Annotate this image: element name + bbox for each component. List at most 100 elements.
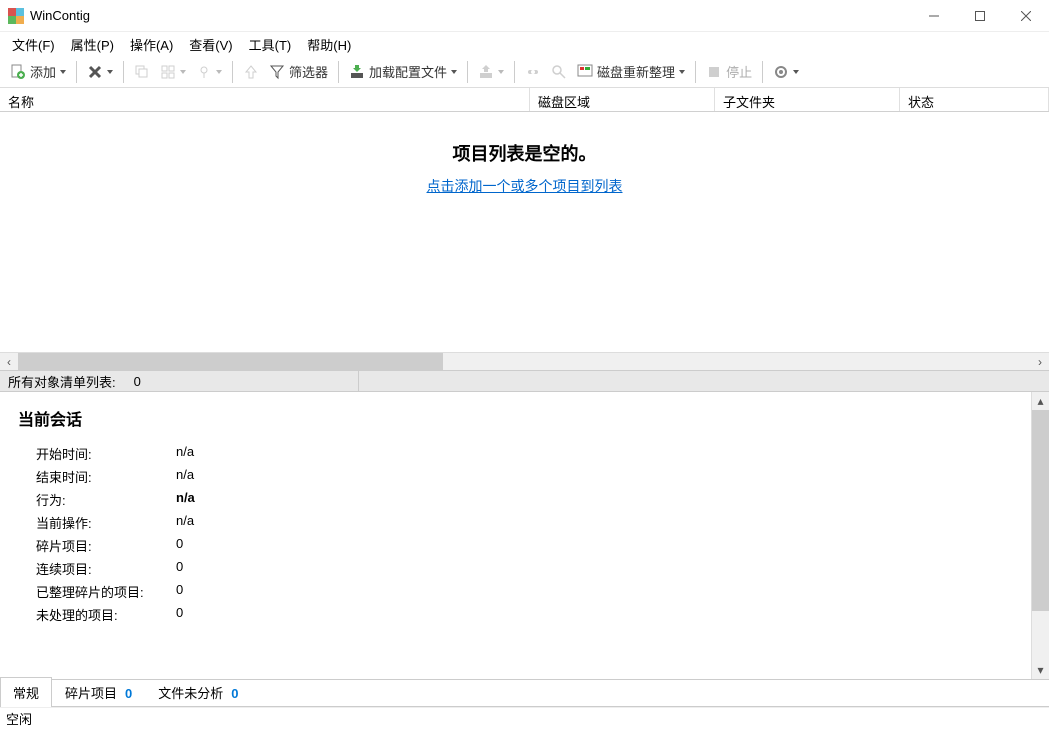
minimize-button[interactable] xyxy=(911,0,957,32)
session-key: 结束时间: xyxy=(36,467,176,486)
funnel-icon xyxy=(269,64,285,80)
title-bar: WinContig xyxy=(0,0,1049,32)
add-file-icon xyxy=(10,64,26,80)
grid-button[interactable] xyxy=(156,59,190,85)
chevron-down-icon xyxy=(180,70,186,74)
chevron-down-icon xyxy=(498,70,504,74)
session-value: 0 xyxy=(176,559,183,578)
load-profile-label: 加载配置文件 xyxy=(369,62,447,81)
settings-button[interactable] xyxy=(769,59,803,85)
session-row: 开始时间:n/a xyxy=(36,444,1013,463)
session-row: 碎片项目:0 xyxy=(36,536,1013,555)
maximize-button[interactable] xyxy=(957,0,1003,32)
target-icon xyxy=(525,64,541,80)
magnifier-icon xyxy=(551,64,567,80)
vertical-scrollbar[interactable]: ▴ ▾ xyxy=(1031,392,1049,679)
empty-add-link[interactable]: 点击添加一个或多个项目到列表 xyxy=(427,176,623,196)
chevron-down-icon xyxy=(679,70,685,74)
menu-tools[interactable]: 工具(T) xyxy=(241,33,300,56)
col-name[interactable]: 名称 xyxy=(0,88,530,111)
up-arrow-button[interactable] xyxy=(239,59,263,85)
pin-button[interactable] xyxy=(192,59,226,85)
stop-label: 停止 xyxy=(726,62,752,81)
bottom-tabs: 常规 碎片项目0 文件未分析0 xyxy=(0,679,1049,707)
session-row: 结束时间:n/a xyxy=(36,467,1013,486)
stop-button[interactable]: 停止 xyxy=(702,59,756,85)
session-value: 0 xyxy=(176,536,183,555)
menu-action[interactable]: 操作(A) xyxy=(122,33,181,56)
menu-bar: 文件(F) 属性(P) 操作(A) 查看(V) 工具(T) 帮助(H) xyxy=(0,32,1049,56)
load-icon xyxy=(349,64,365,80)
session-key: 未处理的项目: xyxy=(36,605,176,624)
pin-icon xyxy=(196,64,212,80)
session-row: 已整理碎片的项目:0 xyxy=(36,582,1013,601)
window-title: WinContig xyxy=(30,8,90,23)
chevron-down-icon xyxy=(107,70,113,74)
chevron-down-icon xyxy=(216,70,222,74)
session-row: 当前操作:n/a xyxy=(36,513,1013,532)
load-profile-button[interactable]: 加载配置文件 xyxy=(345,59,461,85)
disk-defrag-label: 磁盘重新整理 xyxy=(597,62,675,81)
x-icon xyxy=(87,64,103,80)
session-key: 碎片项目: xyxy=(36,536,176,555)
count-label: 所有对象清单列表: xyxy=(8,372,116,391)
session-key: 开始时间: xyxy=(36,444,176,463)
add-button[interactable]: 添加 xyxy=(6,59,70,85)
delete-button[interactable] xyxy=(83,59,117,85)
tab-frag-items[interactable]: 碎片项目0 xyxy=(52,677,145,707)
count-value: 0 xyxy=(134,374,141,389)
gear-icon xyxy=(773,64,789,80)
search-button[interactable] xyxy=(547,59,571,85)
scroll-thumb[interactable] xyxy=(1032,410,1049,611)
session-row: 连续项目:0 xyxy=(36,559,1013,578)
menu-view[interactable]: 查看(V) xyxy=(181,33,240,56)
horizontal-scrollbar[interactable]: ‹ › xyxy=(0,352,1049,370)
session-value: 0 xyxy=(176,605,183,624)
close-button[interactable] xyxy=(1003,0,1049,32)
toolbar: 添加 筛选器 加载配置文件 磁盘重新整 xyxy=(0,56,1049,88)
target-button[interactable] xyxy=(521,59,545,85)
session-value: 0 xyxy=(176,582,183,601)
scroll-track[interactable] xyxy=(18,353,1031,371)
scroll-down-icon[interactable]: ▾ xyxy=(1032,661,1049,679)
session-key: 当前操作: xyxy=(36,513,176,532)
col-disk-area[interactable]: 磁盘区域 xyxy=(530,88,715,111)
detail-pane: 当前会话 开始时间:n/a结束时间:n/a行为:n/a当前操作:n/a碎片项目:… xyxy=(0,392,1049,679)
scroll-thumb[interactable] xyxy=(18,353,443,371)
session-heading: 当前会话 xyxy=(18,406,1013,430)
session-value: n/a xyxy=(176,467,194,486)
scroll-left-icon[interactable]: ‹ xyxy=(0,353,18,371)
save-icon xyxy=(478,64,494,80)
menu-profile[interactable]: 属性(P) xyxy=(63,33,122,56)
empty-title: 项目列表是空的。 xyxy=(453,140,597,166)
app-icon xyxy=(8,8,24,24)
session-value: n/a xyxy=(176,490,195,509)
menu-file[interactable]: 文件(F) xyxy=(4,33,63,56)
tab-general[interactable]: 常规 xyxy=(0,677,52,707)
disk-defrag-button[interactable]: 磁盘重新整理 xyxy=(573,59,689,85)
session-key: 行为: xyxy=(36,490,176,509)
filter-button[interactable]: 筛选器 xyxy=(265,59,332,85)
add-label: 添加 xyxy=(30,62,56,81)
chevron-down-icon xyxy=(60,70,66,74)
scroll-right-icon[interactable]: › xyxy=(1031,353,1049,371)
status-bar: 空闲 xyxy=(0,707,1049,729)
copy-button[interactable] xyxy=(130,59,154,85)
chevron-down-icon xyxy=(451,70,457,74)
tab-not-analyzed[interactable]: 文件未分析0 xyxy=(145,677,251,707)
session-value: n/a xyxy=(176,444,194,463)
session-row: 行为:n/a xyxy=(36,490,1013,509)
session-key: 已整理碎片的项目: xyxy=(36,582,176,601)
chevron-down-icon xyxy=(793,70,799,74)
save-button[interactable] xyxy=(474,59,508,85)
disk-icon xyxy=(577,64,593,80)
scroll-track[interactable] xyxy=(1032,410,1049,661)
list-area: 项目列表是空的。 点击添加一个或多个项目到列表 xyxy=(0,112,1049,352)
menu-help[interactable]: 帮助(H) xyxy=(299,33,359,56)
scroll-up-icon[interactable]: ▴ xyxy=(1032,392,1049,410)
session-row: 未处理的项目:0 xyxy=(36,605,1013,624)
col-status[interactable]: 状态 xyxy=(900,88,1049,111)
col-subfolders[interactable]: 子文件夹 xyxy=(715,88,900,111)
up-arrow-icon xyxy=(243,64,259,80)
session-key: 连续项目: xyxy=(36,559,176,578)
